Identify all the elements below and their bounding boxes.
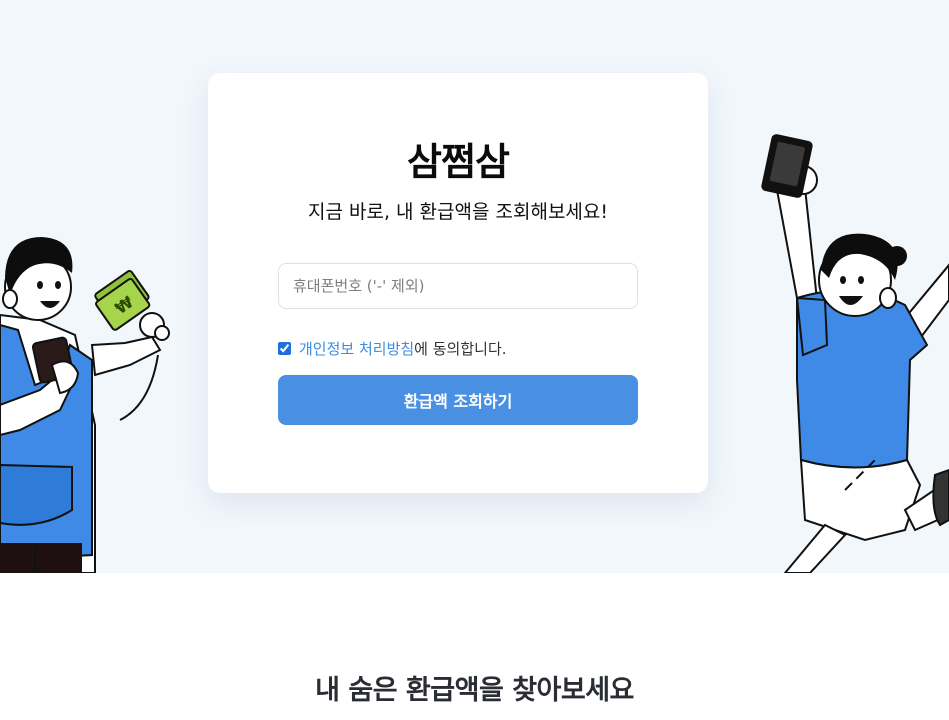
privacy-consent-row[interactable]: 개인정보 처리방침 에 동의합니다. <box>278 337 507 359</box>
phone-number-input[interactable] <box>278 263 638 309</box>
person-holding-money-illustration: ₩ <box>0 237 170 573</box>
section-title: 내 숨은 환급액을 찾아보세요 <box>315 675 634 706</box>
refund-inquiry-card: 삼쩜삼 지금 바로, 내 환급액을 조회해보세요! 개인정보 처리방침 에 동의… <box>208 73 708 493</box>
privacy-policy-link[interactable]: 개인정보 처리방침 <box>299 338 414 359</box>
person-cheering-with-phone-illustration <box>761 134 949 573</box>
consent-suffix-text: 에 동의합니다. <box>414 339 507 358</box>
privacy-consent-checkbox[interactable] <box>278 341 291 355</box>
subtitle: 지금 바로, 내 환급액을 조회해보세요! <box>307 201 608 223</box>
check-refund-button[interactable]: 환급액 조회하기 <box>278 375 638 425</box>
brand-logo: 삼쩜삼 <box>407 140 510 184</box>
hero-section: ₩ 삼쩜삼 지금 바로, 내 환급액을 조회해보세요! 휴대폰번호 ('-' 제… <box>0 0 949 573</box>
